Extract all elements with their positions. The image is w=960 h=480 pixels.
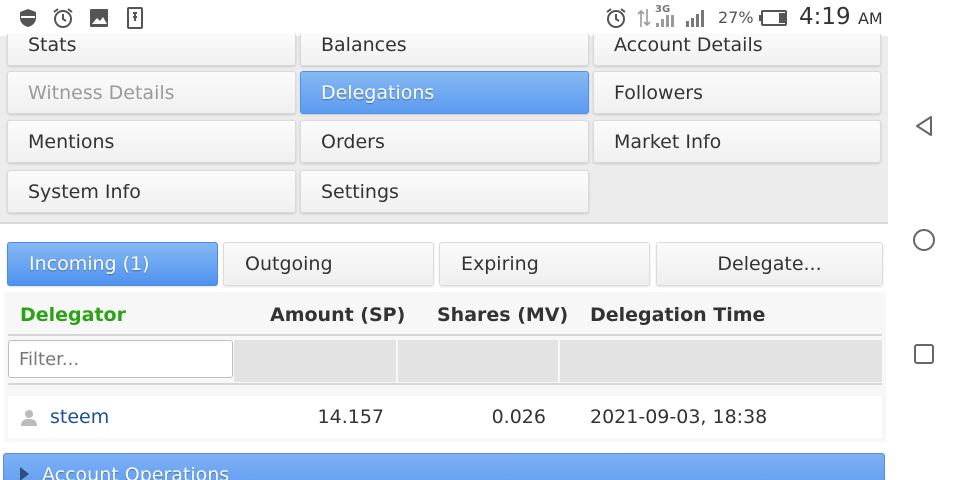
table-row: steem 14.157 0.026 2021-09-03, 18:38 bbox=[8, 396, 882, 438]
header-divider bbox=[8, 334, 882, 336]
signal-icon bbox=[686, 10, 704, 27]
caret-right-icon bbox=[20, 467, 29, 480]
menu-account-details[interactable]: Account Details bbox=[593, 34, 881, 66]
alarm-icon bbox=[53, 8, 73, 28]
data-arrows-icon bbox=[637, 9, 651, 27]
shares-value: 0.026 bbox=[491, 406, 546, 428]
filter-cell-shares bbox=[398, 340, 558, 382]
delegation-tabs: Incoming (1) Outgoing Expiring Delegate.… bbox=[0, 236, 888, 292]
image-icon bbox=[90, 9, 108, 27]
sim-icon bbox=[127, 7, 143, 29]
account-operations-label: Account Operations bbox=[42, 464, 230, 480]
clock-time: 4:19 bbox=[799, 4, 851, 30]
delegation-time-value: 2021-09-03, 18:38 bbox=[590, 406, 768, 428]
tab-outgoing[interactable]: Outgoing bbox=[223, 242, 434, 286]
filter-row bbox=[8, 338, 882, 382]
column-header-shares[interactable]: Shares (MV) bbox=[437, 304, 568, 326]
menu-mentions[interactable]: Mentions bbox=[7, 120, 296, 163]
clock-ampm: AM bbox=[857, 9, 883, 28]
clock: 4:19 AM bbox=[799, 4, 883, 30]
column-header-amount[interactable]: Amount (SP) bbox=[270, 304, 405, 326]
column-header-delegation-time[interactable]: Delegation Time bbox=[590, 304, 765, 326]
home-icon[interactable] bbox=[912, 228, 936, 252]
menu-system-info[interactable]: System Info bbox=[7, 170, 296, 213]
menu-delegations[interactable]: Delegations bbox=[300, 71, 589, 114]
battery-percent: 27% bbox=[718, 8, 754, 27]
signal-3g-icon bbox=[656, 15, 674, 27]
column-header-delegator[interactable]: Delegator bbox=[20, 304, 126, 326]
amount-value: 14.157 bbox=[317, 406, 384, 428]
delegations-table: Delegator Amount (SP) Shares (MV) Delega… bbox=[4, 292, 886, 442]
tab-incoming[interactable]: Incoming (1) bbox=[7, 242, 218, 286]
recents-icon[interactable] bbox=[912, 342, 936, 366]
shield-icon bbox=[20, 9, 36, 27]
tab-expiring[interactable]: Expiring bbox=[439, 242, 650, 286]
status-bar: 3G 27% 4:19 AM bbox=[0, 0, 888, 36]
android-nav-bar bbox=[888, 0, 960, 480]
back-icon[interactable] bbox=[912, 114, 936, 138]
menu-balances[interactable]: Balances bbox=[300, 34, 589, 66]
delegator-link[interactable]: steem bbox=[50, 406, 109, 428]
account-menu: Stats Balances Account Details Witness D… bbox=[0, 34, 888, 224]
menu-orders[interactable]: Orders bbox=[300, 120, 589, 163]
delegator-filter-input[interactable] bbox=[8, 340, 233, 378]
menu-witness-details[interactable]: Witness Details bbox=[7, 71, 296, 114]
filter-cell-amount bbox=[234, 340, 396, 382]
alarm-icon bbox=[606, 8, 626, 28]
row-divider bbox=[8, 383, 882, 385]
menu-stats[interactable]: Stats bbox=[7, 34, 296, 66]
account-operations-header[interactable]: Account Operations bbox=[3, 453, 885, 480]
menu-followers[interactable]: Followers bbox=[593, 71, 881, 114]
battery-icon bbox=[759, 10, 787, 26]
tab-delegate[interactable]: Delegate... bbox=[656, 242, 883, 286]
menu-settings[interactable]: Settings bbox=[300, 170, 589, 213]
menu-market-info[interactable]: Market Info bbox=[593, 120, 881, 163]
filter-cell-time bbox=[560, 340, 882, 382]
user-icon bbox=[21, 410, 37, 426]
